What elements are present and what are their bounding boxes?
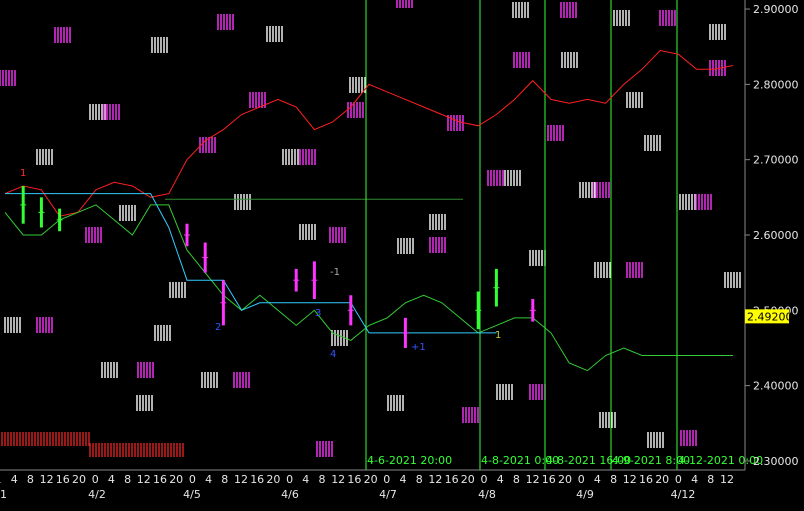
x-tick-label: 8 — [610, 473, 617, 486]
x-tick-label: 16 — [56, 473, 70, 486]
x-tick-label: 8 — [707, 473, 714, 486]
bar-count-label: +1 — [411, 342, 426, 353]
x-tick-label: 1 — [0, 473, 2, 486]
x-date-label: 4/7 — [379, 488, 397, 501]
x-tick-label: 20 — [655, 473, 669, 486]
x-date-label: 4/9 — [576, 488, 594, 501]
x-tick-label: 12 — [526, 473, 540, 486]
x-tick-label: 12 — [428, 473, 442, 486]
bar-count-label: 2 — [215, 322, 221, 333]
x-tick-label: 16 — [445, 473, 459, 486]
x-tick-label: 0 — [383, 473, 390, 486]
y-tick-label: 2.90000 — [753, 3, 799, 16]
x-tick-label: 4 — [11, 473, 18, 486]
x-tick-label: 12 — [331, 473, 345, 486]
x-tick-label: 16 — [250, 473, 264, 486]
x-date-label: 4/5 — [183, 488, 201, 501]
x-tick-label: 12 — [137, 473, 151, 486]
x-tick-label: 20 — [72, 473, 86, 486]
bar-count-label: 1 — [495, 330, 501, 341]
x-tick-label: 8 — [27, 473, 34, 486]
y-tick-label: 2.40000 — [753, 380, 799, 393]
x-tick-label: 12 — [720, 473, 734, 486]
x-tick-label: 4 — [594, 473, 601, 486]
x-date-label: 4/2 — [88, 488, 106, 501]
x-tick-label: 0 — [92, 473, 99, 486]
y-tick-label: 2.70000 — [753, 154, 799, 167]
bar-count-label: 3 — [315, 308, 321, 319]
x-tick-label: 16 — [347, 473, 361, 486]
x-tick-label: 20 — [266, 473, 280, 486]
x-date-label: 4/6 — [281, 488, 299, 501]
bar-count-label: 4 — [330, 349, 336, 360]
x-tick-label: 4 — [497, 473, 504, 486]
current-price-marker: 2.49200 — [745, 309, 793, 324]
x-tick-label: 8 — [124, 473, 131, 486]
x-tick-label: 4 — [302, 473, 309, 486]
x-tick-label: 0 — [481, 473, 488, 486]
price-chart: 4-6-2021 20:00 4-8-2021 0:004-8-2021 16:0… — [0, 0, 804, 511]
x-tick-label: 20 — [169, 473, 183, 486]
y-tick-label: 2.30000 — [753, 455, 799, 468]
vertical-marker-label: 4-12-2021 0:00 — [678, 454, 763, 467]
x-tick-label: 4 — [108, 473, 115, 486]
bar-count-label: -1 — [330, 267, 340, 278]
x-tick-label: 8 — [416, 473, 423, 486]
vertical-marker-label: 4-6-2021 20:00 — [367, 454, 452, 467]
x-date-label: 1 — [0, 488, 7, 501]
x-tick-label: 20 — [558, 473, 572, 486]
x-tick-label: 20 — [461, 473, 475, 486]
x-tick-label: 4 — [691, 473, 698, 486]
x-tick-label: 0 — [578, 473, 585, 486]
x-tick-label: 20 — [364, 473, 378, 486]
x-tick-label: 8 — [319, 473, 326, 486]
x-tick-label: 0 — [189, 473, 196, 486]
x-tick-label: 0 — [286, 473, 293, 486]
x-tick-label: 12 — [40, 473, 54, 486]
x-tick-label: 8 — [513, 473, 520, 486]
x-tick-label: 16 — [639, 473, 653, 486]
x-tick-label: 16 — [153, 473, 167, 486]
y-tick-label: 2.60000 — [753, 229, 799, 242]
x-date-label: 4/12 — [671, 488, 696, 501]
y-tick-label: 2.80000 — [753, 78, 799, 91]
x-tick-label: 4 — [400, 473, 407, 486]
x-tick-label: 0 — [675, 473, 682, 486]
x-tick-label: 4 — [205, 473, 212, 486]
x-date-label: 4/8 — [478, 488, 496, 501]
current-price-label: 2.49200 — [747, 310, 793, 323]
bar-count-label: 1 — [20, 168, 26, 179]
x-tick-label: 12 — [234, 473, 248, 486]
x-tick-label: 8 — [221, 473, 228, 486]
x-tick-label: 12 — [623, 473, 637, 486]
x-tick-label: 16 — [542, 473, 556, 486]
